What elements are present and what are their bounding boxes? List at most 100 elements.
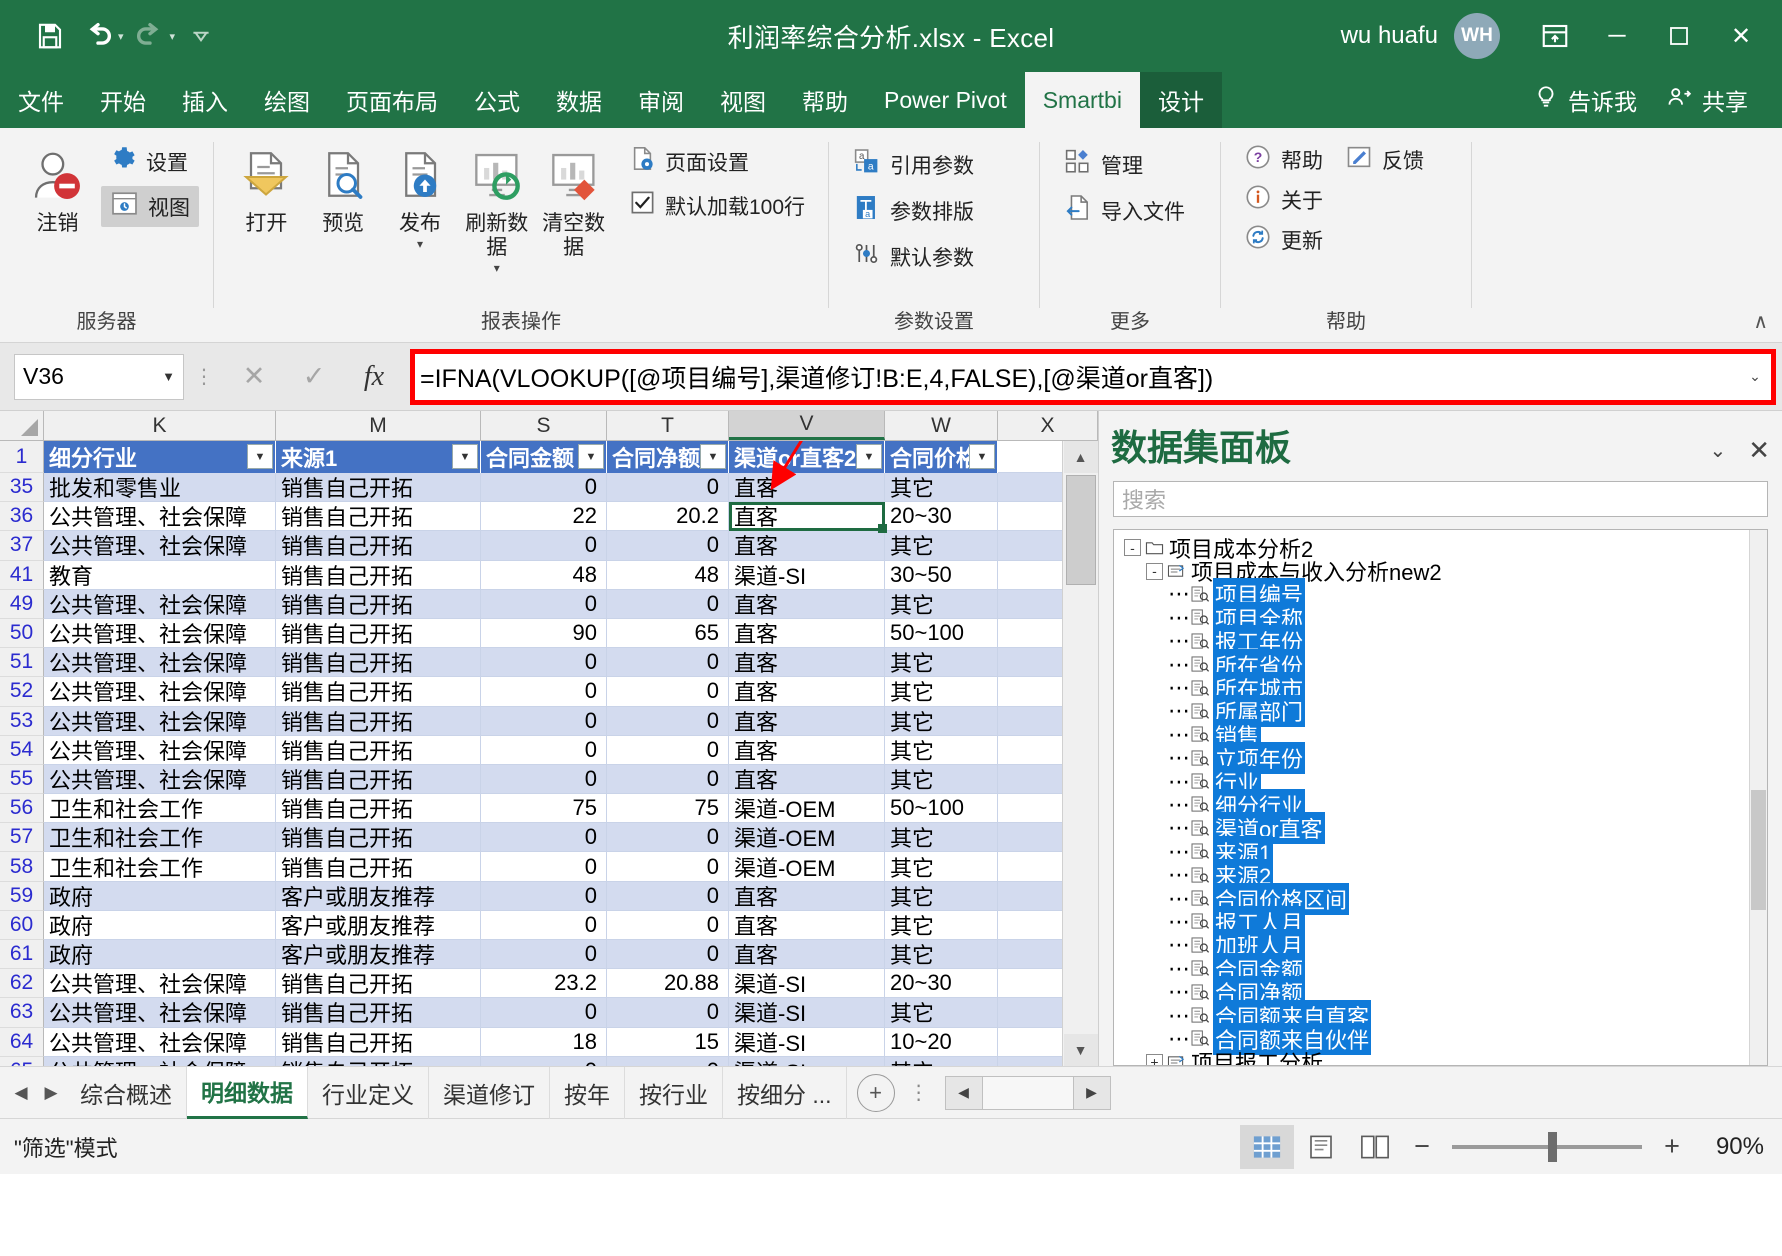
table-row[interactable]: 63公共管理、社会保障销售自己开拓00渠道-SI其它 (0, 998, 1098, 1027)
table-cell[interactable]: 直客 (729, 736, 885, 765)
tab-design[interactable]: 设计 (1140, 72, 1222, 128)
table-cell[interactable]: 直客 (729, 882, 885, 911)
page-break-view-icon[interactable] (1348, 1125, 1402, 1169)
column-header-K[interactable]: K (44, 411, 276, 440)
table-cell[interactable]: 0 (607, 736, 729, 765)
row-header[interactable]: 61 (0, 940, 44, 969)
row-header[interactable]: 62 (0, 969, 44, 998)
table-cell[interactable]: 批发和零售业 (44, 473, 276, 502)
filter-dropdown-icon[interactable]: ▼ (700, 444, 726, 469)
table-cell[interactable]: 其它 (885, 590, 998, 619)
collapse-ribbon-icon[interactable]: ∧ (1753, 309, 1768, 334)
row-header[interactable]: 59 (0, 882, 44, 911)
table-cell[interactable]: 销售自己开拓 (276, 765, 481, 794)
dataset-tree-node[interactable]: +项目报工分析 (1124, 1051, 1767, 1066)
panel-close-icon[interactable]: ✕ (1748, 435, 1770, 466)
table-cell[interactable]: 0 (481, 940, 607, 969)
table-row[interactable]: 61政府客户或朋友推荐00直客其它 (0, 940, 1098, 969)
table-cell[interactable]: 0 (607, 473, 729, 502)
logout-button[interactable]: 注销 (14, 138, 101, 240)
table-cell[interactable]: 15 (607, 1028, 729, 1057)
row-header[interactable]: 36 (0, 502, 44, 531)
undo-dropdown-icon[interactable]: ▾ (118, 30, 124, 43)
help-button[interactable]: ? 帮助 (1235, 140, 1332, 180)
table-cell[interactable]: 客户或朋友推荐 (276, 911, 481, 940)
tree-expander-icon[interactable]: + (1146, 1054, 1163, 1066)
expand-formula-bar-icon[interactable]: ⌄ (1738, 349, 1772, 405)
table-cell[interactable]: 公共管理、社会保障 (44, 969, 276, 998)
default-param-button[interactable]: 默认参数 (843, 236, 983, 277)
sheet-tab-anxifen[interactable]: 按细分 ... (723, 1067, 847, 1119)
table-row[interactable]: 65公共管理、社会保障销售自己开拓00渠道-SI其它 (0, 1057, 1098, 1066)
param-layout-button[interactable]: a 参数排版 (843, 190, 983, 231)
table-header-cell[interactable]: 渠道or直客2 ▼ (729, 441, 885, 473)
zoom-out-button[interactable]: − (1402, 1127, 1442, 1167)
table-row[interactable]: 49公共管理、社会保障销售自己开拓00直客其它 (0, 590, 1098, 619)
reference-param-button[interactable]: a a 引用参数 (843, 144, 983, 185)
sheet-nav-next-icon[interactable]: ▶ (36, 1073, 66, 1113)
sheet-tab-mingxishuju[interactable]: 明细数据 (187, 1067, 308, 1119)
tab-insert[interactable]: 插入 (164, 72, 246, 128)
table-cell[interactable]: 0 (607, 823, 729, 852)
table-cell[interactable]: 其它 (885, 852, 998, 881)
undo-icon[interactable] (76, 14, 120, 58)
table-row[interactable]: 35批发和零售业销售自己开拓00直客其它 (0, 473, 1098, 502)
panel-menu-icon[interactable]: ⌄ (1709, 438, 1726, 463)
table-cell[interactable]: 渠道-SI (729, 561, 885, 590)
table-cell[interactable]: 20.88 (607, 969, 729, 998)
column-header-V[interactable]: V (729, 411, 885, 440)
table-row[interactable]: 53公共管理、社会保障销售自己开拓00直客其它 (0, 707, 1098, 736)
row-header[interactable]: 60 (0, 911, 44, 940)
update-button[interactable]: 更新 (1235, 220, 1332, 260)
maximize-button[interactable] (1648, 5, 1710, 67)
row-header[interactable]: 41 (0, 561, 44, 590)
tab-home[interactable]: 开始 (82, 72, 164, 128)
table-cell[interactable]: 销售自己开拓 (276, 852, 481, 881)
row-header-1[interactable]: 1 (0, 441, 44, 473)
tab-power-pivot[interactable]: Power Pivot (866, 72, 1025, 128)
publish-dropdown-icon[interactable]: ▾ (417, 238, 423, 250)
table-cell[interactable]: 直客 (729, 473, 885, 502)
table-cell[interactable]: 销售自己开拓 (276, 677, 481, 706)
dataset-tree-scroll-thumb[interactable] (1751, 790, 1766, 910)
table-cell[interactable]: 卫生和社会工作 (44, 852, 276, 881)
row-header[interactable]: 58 (0, 852, 44, 881)
publish-button[interactable]: 发布 ▾ (382, 138, 459, 254)
table-cell[interactable]: 卫生和社会工作 (44, 794, 276, 823)
table-header-cell[interactable]: 合同净额 ▼ (607, 441, 729, 473)
table-cell[interactable]: 直客 (729, 677, 885, 706)
formula-bar-grip[interactable]: ⋮ (184, 364, 224, 389)
table-cell[interactable]: 其它 (885, 765, 998, 794)
table-cell[interactable]: 0 (607, 677, 729, 706)
table-cell[interactable]: 销售自己开拓 (276, 590, 481, 619)
table-cell[interactable]: 公共管理、社会保障 (44, 998, 276, 1027)
table-cell[interactable]: 销售自己开拓 (276, 502, 481, 531)
column-header-X[interactable]: X (998, 411, 1098, 440)
row-header[interactable]: 65 (0, 1057, 44, 1066)
table-cell[interactable]: 政府 (44, 882, 276, 911)
row-header[interactable]: 35 (0, 473, 44, 502)
table-cell[interactable]: 直客 (729, 707, 885, 736)
table-cell[interactable]: 其它 (885, 823, 998, 852)
refresh-data-dropdown-icon[interactable]: ▾ (494, 262, 500, 274)
table-cell[interactable]: 直客 (729, 765, 885, 794)
row-header[interactable]: 54 (0, 736, 44, 765)
row-header[interactable]: 64 (0, 1028, 44, 1057)
table-cell[interactable]: 0 (607, 648, 729, 677)
table-cell[interactable]: 销售自己开拓 (276, 707, 481, 736)
table-cell[interactable]: 销售自己开拓 (276, 969, 481, 998)
table-cell[interactable]: 客户或朋友推荐 (276, 882, 481, 911)
cancel-icon[interactable]: ✕ (224, 354, 284, 400)
table-row[interactable]: 56卫生和社会工作销售自己开拓7575渠道-OEM50~100 (0, 794, 1098, 823)
table-cell[interactable]: 政府 (44, 911, 276, 940)
zoom-in-button[interactable]: + (1652, 1127, 1692, 1167)
settings-button[interactable]: 设置 (101, 142, 199, 181)
redo-icon[interactable] (128, 14, 172, 58)
table-cell[interactable]: 其它 (885, 473, 998, 502)
table-cell[interactable]: 0 (481, 590, 607, 619)
page-layout-view-icon[interactable] (1294, 1125, 1348, 1169)
table-cell[interactable]: 其它 (885, 648, 998, 677)
sheet-tab-annian[interactable]: 按年 (550, 1067, 625, 1119)
minimize-button[interactable]: ─ (1586, 5, 1648, 67)
table-cell[interactable]: 直客 (729, 590, 885, 619)
